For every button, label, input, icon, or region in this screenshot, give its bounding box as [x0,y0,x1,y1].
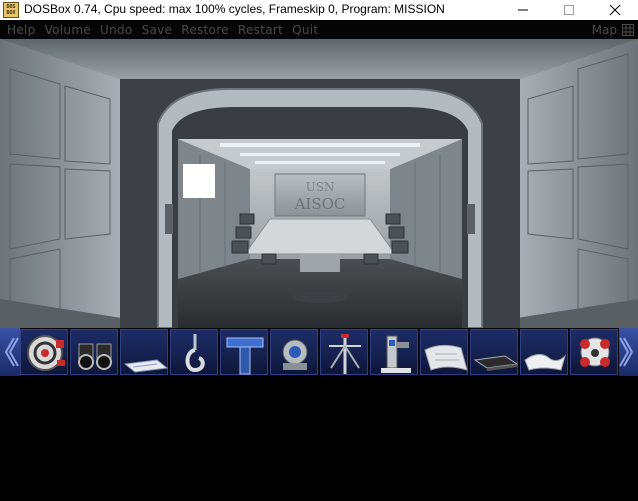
hook-tool-icon [185,334,205,373]
empty-black-area [0,376,638,501]
antenna-mast-icon [329,334,361,374]
close-button[interactable] [592,0,638,20]
window-title: DOSBox 0.74, Cpu speed: max 100% cycles,… [24,2,445,16]
black-box-icon [473,355,519,371]
inventory-slot-12[interactable] [570,329,618,375]
inventory-slot-6[interactable] [270,329,318,375]
game-menu-bar: Help Volume Undo Save Restore Restart Qu… [0,20,638,39]
map-button[interactable]: Map [592,20,634,39]
menu-restart[interactable]: Restart [238,23,283,37]
maximize-button[interactable] [546,0,592,20]
menu-save[interactable]: Save [142,23,173,37]
menu-undo[interactable]: Undo [100,23,133,37]
chevron-right-icon [619,337,634,367]
folder-document-icon [123,359,169,373]
close-icon [609,4,621,16]
inventory-slot-4[interactable] [170,329,218,375]
screen-usn-text: USN [306,180,335,194]
dosbox-app-icon[interactable]: DOS BOX [3,2,19,18]
diving-helmet-icon [282,339,308,370]
screen-aisoc-text: AISOC [294,195,346,213]
menu-volume[interactable]: Volume [45,23,91,37]
menu-restore[interactable]: Restore [181,23,229,37]
blue-t-pipe-icon [226,337,264,375]
machine-tool-icon [381,335,411,373]
inventory-slot-10[interactable] [470,329,519,375]
game-cursor [183,164,215,198]
inventory-slot-11[interactable] [520,329,568,375]
inventory-slot-7[interactable] [320,329,368,375]
inventory-slot-3[interactable] [120,329,169,375]
game-viewport[interactable]: USN AISOC [0,39,638,328]
grid-icon [622,23,634,36]
paper-sheet-icon [424,344,468,371]
inventory-slot-5[interactable] [220,329,268,375]
map-label: Map [591,22,617,37]
minimize-icon [518,9,528,11]
chevron-left-icon [4,337,19,367]
inventory-slot-2[interactable] [70,329,118,375]
red-gear-device-icon [27,335,65,371]
menu-help[interactable]: Help [7,23,36,37]
menu-quit[interactable]: Quit [292,23,318,37]
white-cloth-icon [524,354,567,371]
inventory-slot-9[interactable] [420,329,468,375]
binoculars-icon [78,343,112,370]
maximize-icon [564,5,574,15]
scroll-right-button[interactable] [619,328,638,376]
inventory-bar [0,328,638,376]
minimize-button[interactable] [500,0,546,20]
scroll-left-button[interactable] [0,328,20,376]
red-robot-device-icon [580,337,610,367]
window-title-bar: DOS BOX DOSBox 0.74, Cpu speed: max 100%… [0,0,638,20]
inventory-slot-8[interactable] [370,329,418,375]
inventory-slot-1[interactable] [20,329,68,375]
